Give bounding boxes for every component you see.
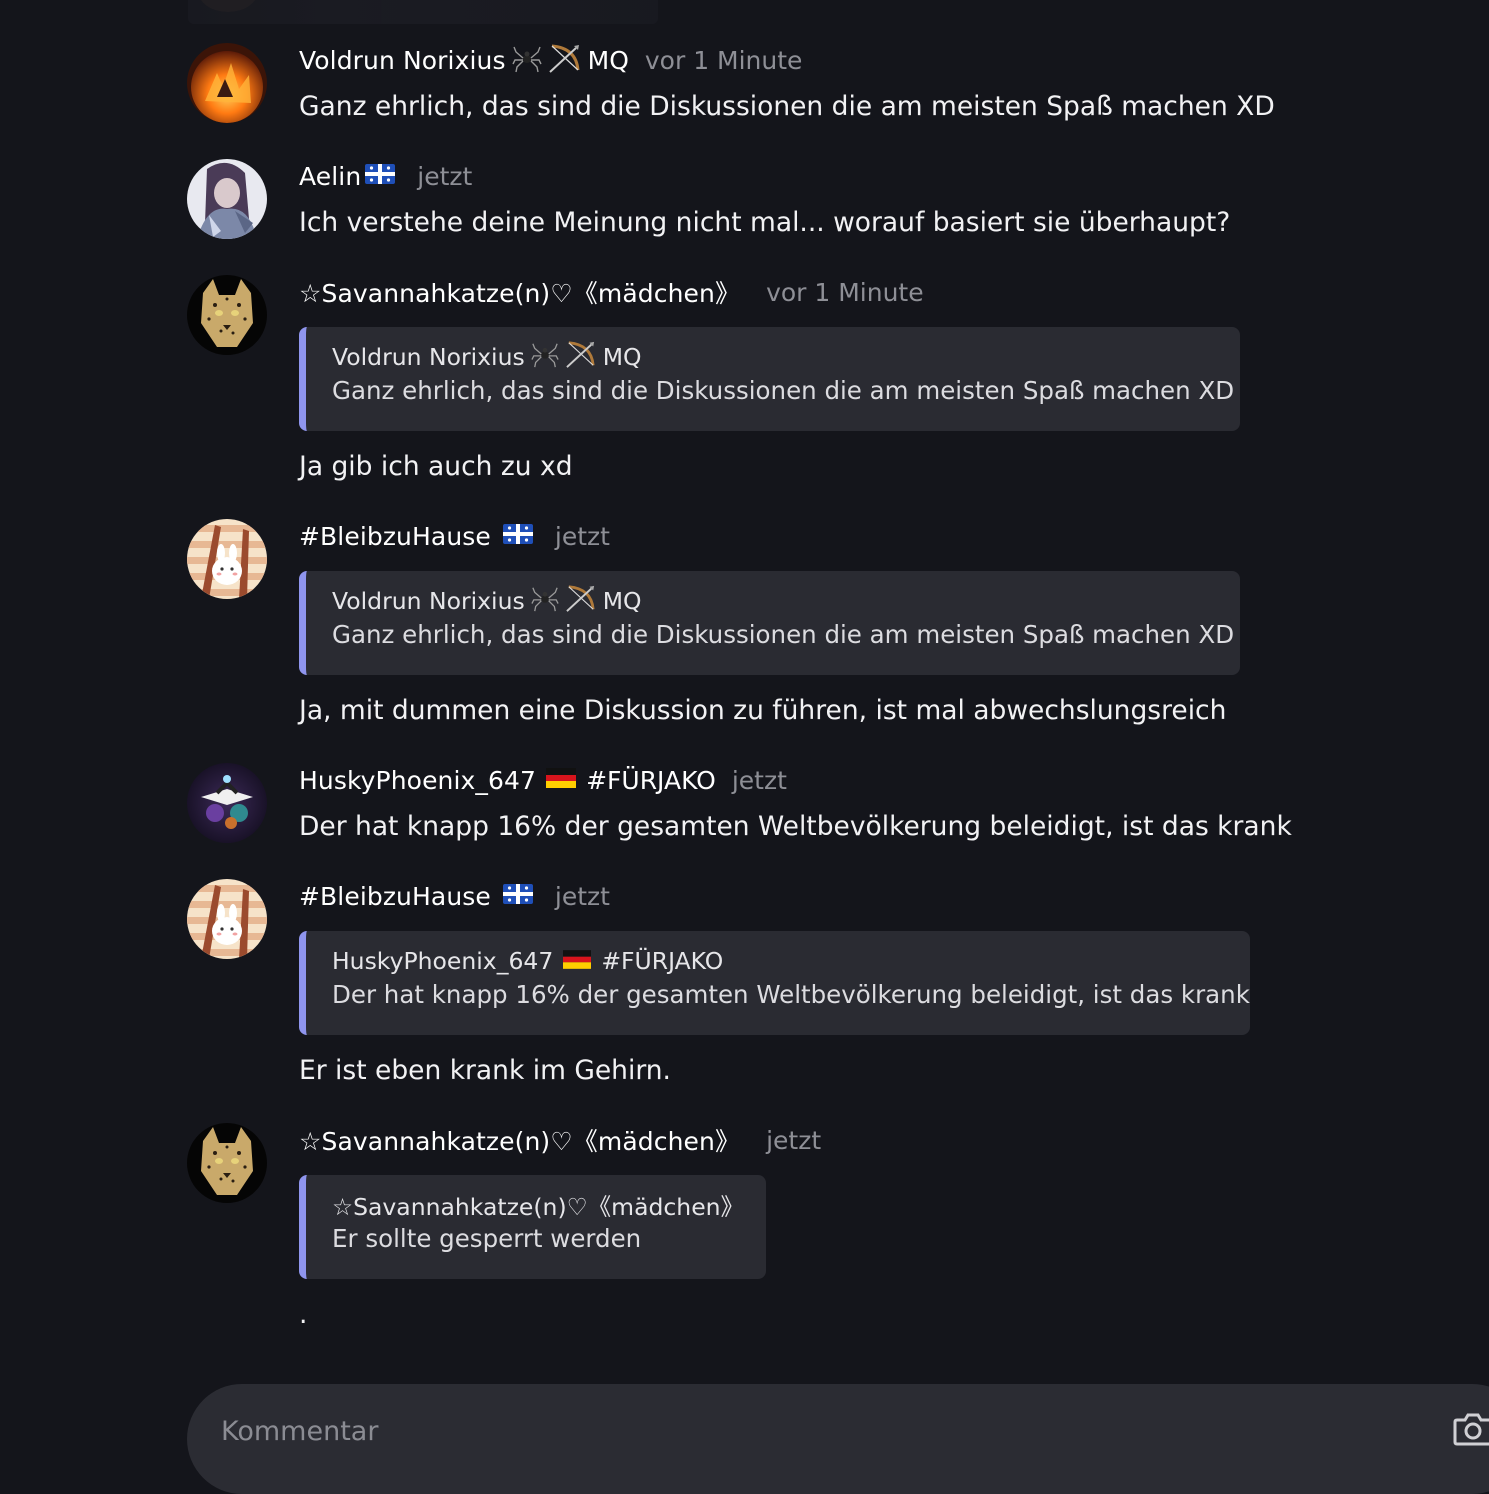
spider-icon xyxy=(531,340,559,374)
comment-text: Ich verstehe deine Meinung nicht mal... … xyxy=(299,207,1231,238)
quoted-header: Voldrun Norixius MQ xyxy=(332,584,1216,618)
user-badge: #FÜRJAKO xyxy=(586,765,716,795)
timestamp: vor 1 Minute xyxy=(644,45,803,75)
quoted-comment[interactable]: Voldrun Norixius MQ Ganz ehrlich, das si… xyxy=(299,327,1240,431)
comment-text: Ja gib ich auch zu xd xyxy=(299,451,573,482)
comment-input[interactable] xyxy=(219,1410,1423,1452)
username[interactable]: #BleibzuHause xyxy=(299,522,491,551)
timestamp: jetzt xyxy=(417,161,473,191)
quoted-badge: MQ xyxy=(602,587,642,615)
username[interactable]: ☆Savannahkatze(n)♡《mädchen》 xyxy=(299,1122,740,1158)
username[interactable]: #BleibzuHause xyxy=(299,882,491,911)
avatar[interactable] xyxy=(187,879,267,959)
comment-header: #BleibzuHause jetzt xyxy=(299,519,610,553)
quoted-text: Er sollte gesperrt werden xyxy=(332,1224,642,1253)
comment-text: Ganz ehrlich, das sind die Diskussionen … xyxy=(299,91,1275,122)
quoted-comment[interactable]: HuskyPhoenix_647 #FÜRJAKO Der hat knapp … xyxy=(299,931,1250,1035)
quebec-flag-icon xyxy=(365,164,396,188)
comment-header: HuskyPhoenix_647 #FÜRJAKO jetzt xyxy=(299,763,787,797)
timestamp: jetzt xyxy=(731,765,787,795)
quoted-header: HuskyPhoenix_647 #FÜRJAKO xyxy=(332,944,1226,978)
quebec-flag-icon xyxy=(502,884,533,908)
comment-header: Voldrun Norixius MQ vor 1 Minute xyxy=(299,43,802,77)
quoted-text: Ganz ehrlich, das sind die Diskussionen … xyxy=(332,376,1235,405)
quoted-username: Voldrun Norixius xyxy=(332,587,525,615)
timestamp: jetzt xyxy=(554,521,610,551)
quoted-header: ☆Savannahkatze(n)♡《mädchen》 xyxy=(332,1188,745,1222)
quoted-text: Der hat knapp 16% der gesamten Weltbevöl… xyxy=(332,980,1250,1009)
quoted-comment[interactable]: ☆Savannahkatze(n)♡《mädchen》 Er sollte ge… xyxy=(299,1175,766,1279)
avatar[interactable] xyxy=(187,159,267,239)
username[interactable]: Aelin xyxy=(299,162,361,191)
comment-text: Er ist eben krank im Gehirn. xyxy=(299,1055,671,1086)
bow-and-arrow-icon xyxy=(548,42,582,78)
bow-and-arrow-icon xyxy=(565,339,597,375)
comment-header: Aelin jetzt xyxy=(299,159,472,193)
spider-icon xyxy=(531,584,559,618)
comment-header: #BleibzuHause jetzt xyxy=(299,879,610,913)
germany-flag-icon xyxy=(546,768,577,792)
comment-header: ☆Savannahkatze(n)♡《mädchen》 jetzt xyxy=(299,1123,821,1157)
quoted-text: Ganz ehrlich, das sind die Diskussionen … xyxy=(332,620,1235,649)
avatar[interactable] xyxy=(187,275,267,355)
avatar[interactable] xyxy=(187,1123,267,1203)
quoted-badge: MQ xyxy=(602,343,642,371)
user-badge: MQ xyxy=(587,45,629,75)
quoted-badge: #FÜRJAKO xyxy=(601,947,724,975)
quoted-username: HuskyPhoenix_647 xyxy=(332,947,554,975)
comment-composer xyxy=(187,1384,1489,1494)
quebec-flag-icon xyxy=(502,524,533,548)
bow-and-arrow-icon xyxy=(565,583,597,619)
quoted-comment[interactable]: Voldrun Norixius MQ Ganz ehrlich, das si… xyxy=(299,571,1240,675)
comment-text: Der hat knapp 16% der gesamten Weltbevöl… xyxy=(299,811,1292,842)
avatar[interactable] xyxy=(187,519,267,599)
camera-icon[interactable] xyxy=(1453,1410,1489,1446)
quoted-header: Voldrun Norixius MQ xyxy=(332,340,1216,374)
quoted-username: ☆Savannahkatze(n)♡《mädchen》 xyxy=(332,1193,745,1221)
timestamp: vor 1 Minute xyxy=(766,277,924,307)
germany-flag-icon xyxy=(563,947,592,975)
spider-icon xyxy=(511,43,542,77)
comment-header: ☆Savannahkatze(n)♡《mädchen》 vor 1 Minute xyxy=(299,275,924,309)
quoted-username: Voldrun Norixius xyxy=(332,343,525,371)
timestamp: jetzt xyxy=(554,881,610,911)
username[interactable]: ☆Savannahkatze(n)♡《mädchen》 xyxy=(299,274,740,310)
avatar[interactable] xyxy=(187,763,267,843)
username[interactable]: Voldrun Norixius xyxy=(299,46,506,75)
comment-text: Ja, mit dummen eine Diskussion zu führen… xyxy=(299,695,1227,726)
avatar[interactable] xyxy=(187,43,267,123)
comment-text: . xyxy=(299,1299,308,1330)
timestamp: jetzt xyxy=(766,1125,822,1155)
username[interactable]: HuskyPhoenix_647 xyxy=(299,766,536,795)
previous-comment-edge xyxy=(188,0,658,24)
